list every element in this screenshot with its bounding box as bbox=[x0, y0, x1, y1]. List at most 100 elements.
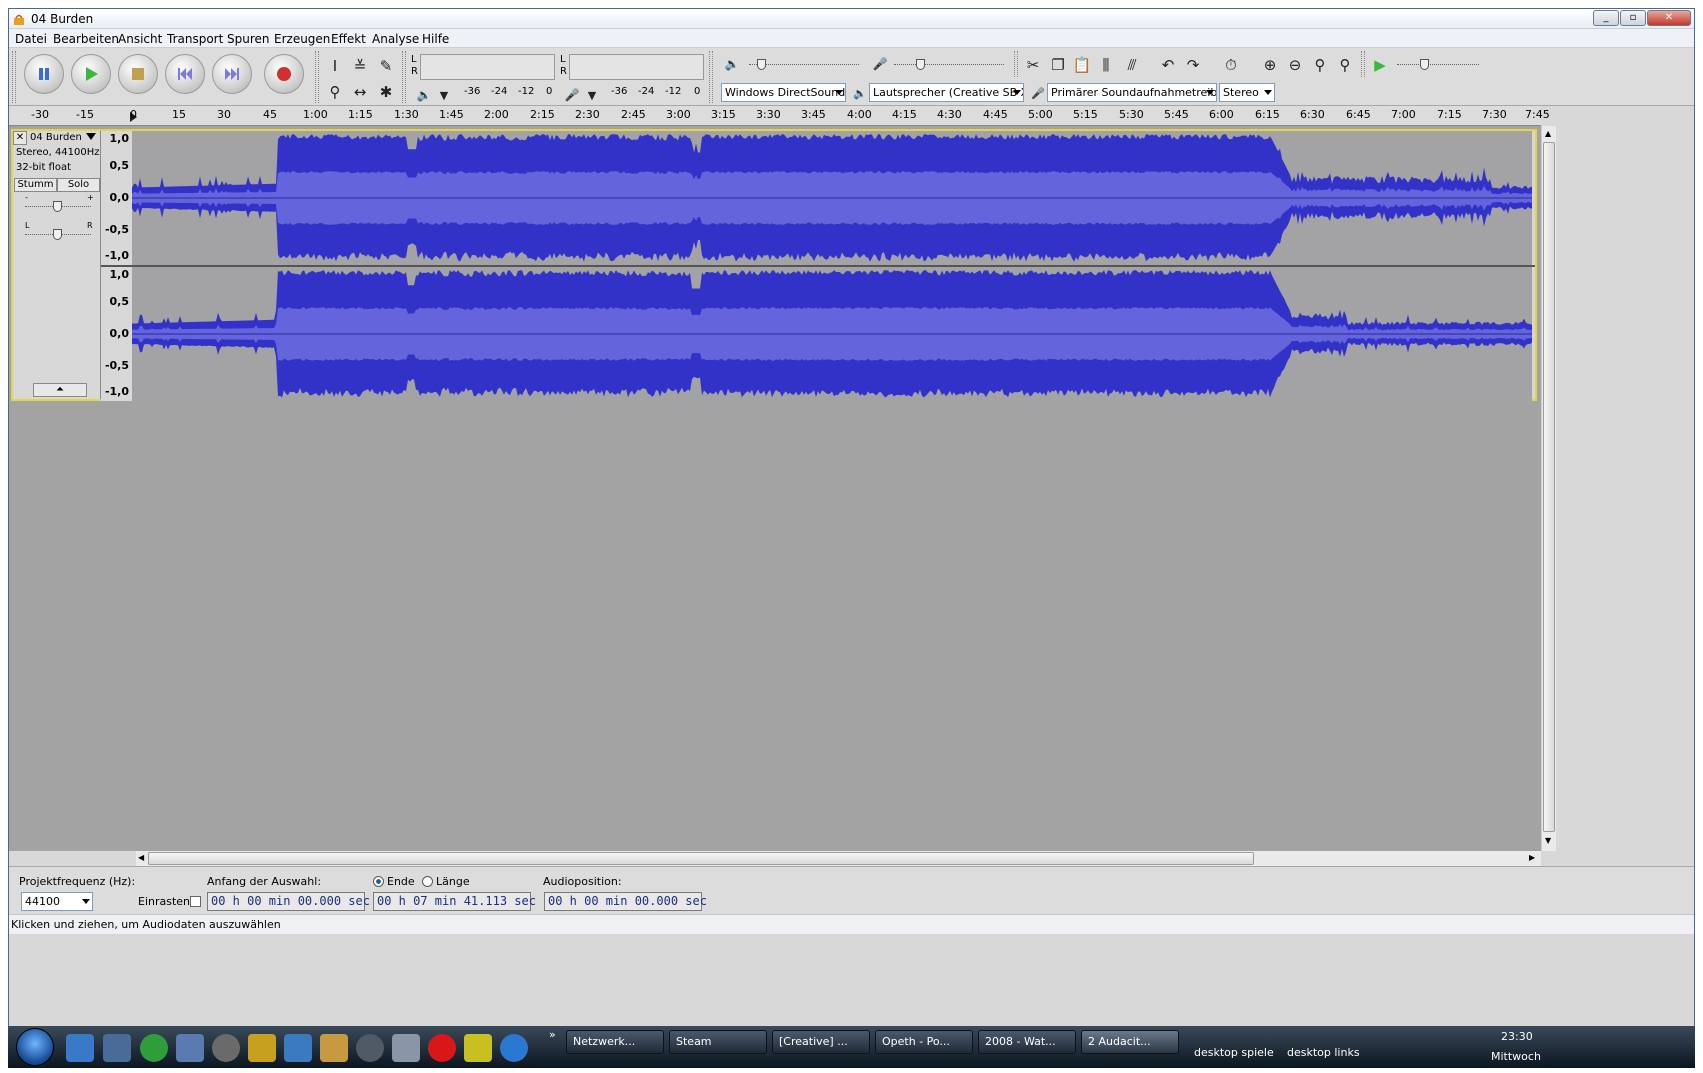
timeline-ruler[interactable]: -30 -15 0 15 30 45 1:00 1:15 1:30 1:45 2:00 2:15 2:3… bbox=[9, 106, 1550, 126]
quicklaunch-app-icon[interactable] bbox=[248, 1034, 276, 1062]
track-menu-dropdown-icon[interactable] bbox=[86, 133, 96, 140]
vertical-scrollbar[interactable]: ▲ ▼ bbox=[1541, 126, 1556, 851]
track-panel[interactable]: ✕ 04 Burden Stereo, 44100Hz 32-bit float… bbox=[9, 126, 1541, 851]
play-button[interactable] bbox=[71, 54, 111, 94]
system-tray[interactable] bbox=[1388, 1028, 1478, 1064]
recording-volume-thumb[interactable] bbox=[916, 59, 925, 70]
menu-analyse[interactable]: Analyse bbox=[372, 32, 419, 46]
input-level-meter[interactable] bbox=[569, 54, 704, 80]
clock-day[interactable]: Mittwoch bbox=[1491, 1050, 1541, 1063]
redo-icon[interactable]: ↷ bbox=[1182, 54, 1204, 76]
timeshift-tool-icon[interactable]: ↔ bbox=[349, 81, 371, 103]
meter-options-icon[interactable]: ▼ bbox=[581, 84, 603, 106]
track-close-button[interactable]: ✕ bbox=[13, 131, 27, 145]
menu-bearbeiten[interactable]: Bearbeiten bbox=[53, 32, 119, 46]
horizontal-scroll-thumb[interactable] bbox=[148, 852, 1254, 865]
selection-tool-icon[interactable]: I bbox=[324, 55, 346, 77]
clock-time[interactable]: 23:30 bbox=[1501, 1030, 1533, 1043]
solo-button[interactable]: Solo bbox=[57, 178, 100, 192]
taskbar-item-active[interactable]: 2 Audacit... bbox=[1081, 1030, 1179, 1054]
envelope-tool-icon[interactable]: ≚ bbox=[349, 55, 371, 77]
menu-spuren[interactable]: Spuren bbox=[227, 32, 270, 46]
toolbar-grip[interactable] bbox=[709, 51, 713, 103]
waveform-left-channel[interactable] bbox=[132, 131, 1532, 265]
toolbar-grip[interactable] bbox=[315, 51, 319, 103]
scroll-up-arrow-icon[interactable]: ▲ bbox=[1545, 129, 1551, 138]
menu-transport[interactable]: Transport bbox=[167, 32, 223, 46]
project-rate-dropdown[interactable]: 44100 bbox=[21, 892, 93, 911]
cut-icon[interactable]: ✂ bbox=[1022, 54, 1044, 76]
input-channels-dropdown[interactable]: Stereo bbox=[1219, 83, 1275, 102]
fit-selection-icon[interactable]: ⚲ bbox=[1309, 54, 1331, 76]
taskbar-item[interactable]: Opeth - Po... bbox=[875, 1030, 973, 1054]
zoom-in-icon[interactable]: ⊕ bbox=[1259, 54, 1281, 76]
playback-volume-thumb[interactable] bbox=[757, 59, 766, 70]
mute-button[interactable]: Stumm bbox=[14, 178, 57, 192]
gain-slider-thumb[interactable] bbox=[53, 201, 62, 212]
menu-erzeugen[interactable]: Erzeugen bbox=[274, 32, 330, 46]
zoom-tool-icon[interactable]: ⚲ bbox=[324, 81, 346, 103]
draw-tool-icon[interactable]: ✎ bbox=[375, 55, 397, 77]
zoom-out-icon[interactable]: ⊖ bbox=[1284, 54, 1306, 76]
quicklaunch-app-icon[interactable] bbox=[320, 1034, 348, 1062]
play-speed-thumb[interactable] bbox=[1420, 59, 1429, 70]
pan-slider-thumb[interactable] bbox=[53, 229, 62, 240]
toolbar-label[interactable]: desktop links bbox=[1287, 1046, 1360, 1059]
recording-volume-slider[interactable] bbox=[894, 64, 1004, 65]
toolbar-grip[interactable] bbox=[12, 51, 16, 103]
selection-start-time[interactable]: 00 h 00 min 00.000 sec bbox=[207, 892, 370, 911]
trim-icon[interactable]: ⫼ bbox=[1095, 54, 1117, 76]
toolbar-grip[interactable] bbox=[1361, 51, 1365, 77]
toolbar-grip[interactable] bbox=[402, 51, 406, 103]
minimize-button[interactable]: _ bbox=[1593, 10, 1619, 26]
sync-lock-icon[interactable]: ⏱ bbox=[1220, 54, 1242, 76]
multi-tool-icon[interactable]: ✱ bbox=[375, 81, 397, 103]
audio-host-dropdown[interactable]: Windows DirectSound bbox=[721, 83, 846, 102]
close-button[interactable]: ✕ bbox=[1647, 10, 1691, 26]
stop-button[interactable] bbox=[118, 54, 158, 94]
track-name[interactable]: 04 Burden bbox=[30, 132, 82, 143]
silence-icon[interactable]: ⫻ bbox=[1121, 54, 1143, 76]
taskbar-item[interactable]: [Creative] ... bbox=[772, 1030, 870, 1054]
paste-icon[interactable]: 📋 bbox=[1071, 54, 1093, 76]
taskbar-item[interactable]: Netzwerk... bbox=[566, 1030, 664, 1054]
quicklaunch-app-icon[interactable] bbox=[103, 1034, 131, 1062]
collapse-track-button[interactable]: ⏶ bbox=[33, 383, 87, 397]
audio-track[interactable]: ✕ 04 Burden Stereo, 44100Hz 32-bit float… bbox=[11, 129, 1537, 401]
output-device-dropdown[interactable]: Lautsprecher (Creative SB X-F bbox=[869, 83, 1024, 102]
end-radio[interactable] bbox=[373, 876, 384, 887]
start-button[interactable] bbox=[16, 1028, 54, 1066]
output-level-meter[interactable] bbox=[420, 54, 555, 80]
taskbar-item[interactable]: 2008 - Wat... bbox=[978, 1030, 1076, 1054]
fit-project-icon[interactable]: ⚲ bbox=[1334, 54, 1356, 76]
copy-icon[interactable]: ❐ bbox=[1047, 54, 1069, 76]
calculator-icon[interactable] bbox=[392, 1034, 420, 1062]
quicklaunch-overflow-icon[interactable]: » bbox=[549, 1028, 556, 1041]
selection-end-time[interactable]: 00 h 07 min 41.113 sec bbox=[373, 892, 536, 911]
steam-icon[interactable] bbox=[356, 1034, 384, 1062]
menu-effekt[interactable]: Effekt bbox=[331, 32, 366, 46]
utorrent-icon[interactable] bbox=[140, 1034, 168, 1062]
menu-datei[interactable]: Datei bbox=[15, 32, 47, 46]
play-at-speed-icon[interactable]: ▶ bbox=[1369, 54, 1391, 76]
record-button[interactable] bbox=[264, 54, 304, 94]
meter-options-icon[interactable]: ▼ bbox=[433, 84, 455, 106]
quicklaunch-app-icon[interactable] bbox=[464, 1034, 492, 1062]
skip-to-end-button[interactable] bbox=[212, 54, 252, 94]
show-desktop-icon[interactable] bbox=[66, 1034, 94, 1062]
scroll-left-arrow-icon[interactable]: ◀ bbox=[138, 853, 144, 862]
pause-button[interactable] bbox=[24, 54, 64, 94]
taskbar-item[interactable]: Steam bbox=[669, 1030, 767, 1054]
maximize-button[interactable]: ▫ bbox=[1620, 10, 1646, 26]
toolbar-grip[interactable] bbox=[1014, 51, 1018, 77]
menu-ansicht[interactable]: Ansicht bbox=[118, 32, 162, 46]
toolbar-label[interactable]: desktop spiele bbox=[1194, 1046, 1274, 1059]
scroll-down-arrow-icon[interactable]: ▼ bbox=[1545, 836, 1551, 845]
undo-icon[interactable]: ↶ bbox=[1157, 54, 1179, 76]
audio-position-time[interactable]: 00 h 00 min 00.000 sec bbox=[544, 892, 707, 911]
quicklaunch-app-icon[interactable] bbox=[212, 1034, 240, 1062]
vertical-scroll-thumb[interactable] bbox=[1543, 142, 1555, 832]
horizontal-scrollbar[interactable]: ◀ ▶ bbox=[136, 851, 1541, 866]
input-device-dropdown[interactable]: Primärer Soundaufnahmetreiber bbox=[1047, 83, 1217, 102]
play-speed-slider[interactable] bbox=[1397, 64, 1479, 65]
